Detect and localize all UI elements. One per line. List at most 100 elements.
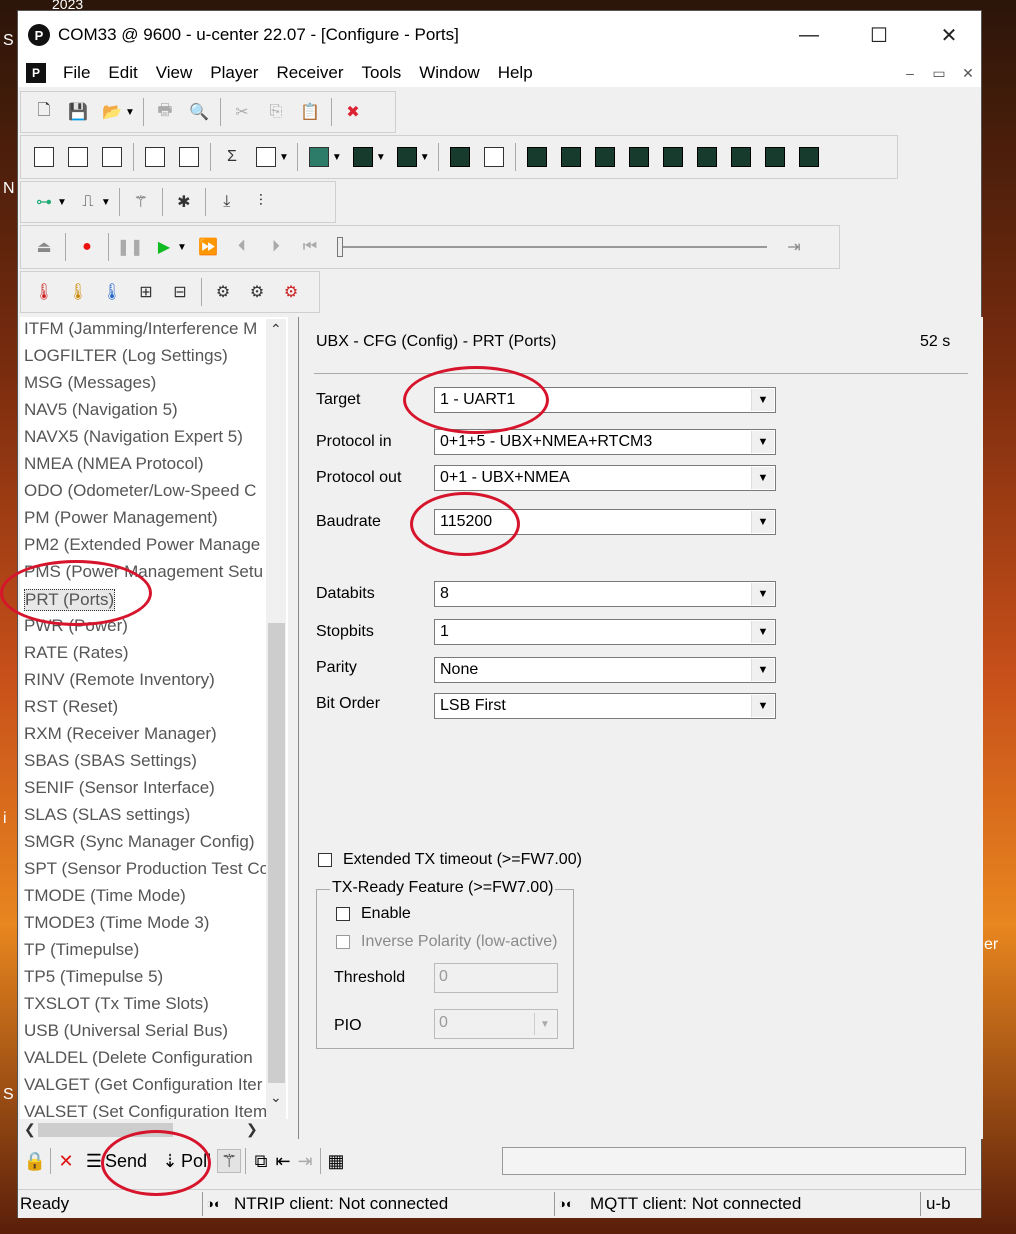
connection-icon[interactable]: ⊶ (31, 189, 57, 215)
new-file-icon[interactable]: 🗋 (31, 99, 57, 125)
chevron-down-icon[interactable]: ▼ (751, 621, 774, 643)
chevron-down-icon[interactable]: ▼ (420, 152, 430, 163)
list-item[interactable]: SENIF (Sensor Interface) (24, 778, 215, 798)
list-item[interactable]: TMODE (Time Mode) (24, 886, 186, 906)
camera-view-icon[interactable] (447, 144, 473, 170)
list-item[interactable]: LOGFILTER (Log Settings) (24, 346, 228, 366)
chevron-down-icon[interactable]: ▼ (279, 152, 289, 163)
inverse-polarity-checkbox[interactable] (336, 935, 350, 949)
close-button[interactable]: ✕ (914, 11, 984, 59)
settings-sliders-icon[interactable]: ⫶ (248, 189, 274, 215)
chevron-down-icon[interactable]: ▼ (751, 659, 774, 681)
export-config-icon[interactable]: ⇥ (294, 1150, 316, 1172)
clock-view-icon[interactable] (762, 144, 788, 170)
import-config-icon[interactable]: ⇤ (272, 1150, 294, 1172)
list-item[interactable]: PM2 (Extended Power Manage (24, 535, 260, 555)
gear-load-icon[interactable]: ⚙ (244, 279, 270, 305)
chevron-down-icon[interactable]: ▼ (751, 467, 774, 489)
ntrip-status[interactable]: NTRIP client: Not connected (234, 1194, 448, 1214)
list-scrollbar-thumb[interactable] (268, 623, 285, 1083)
databits-select[interactable]: 8 ▼ (434, 581, 776, 607)
menu-player[interactable]: Player (201, 63, 267, 83)
open-folder-icon[interactable]: 📂 (99, 99, 125, 125)
hot-start-icon[interactable]: 🌡 (31, 279, 57, 305)
chevron-down-icon[interactable]: ▼ (125, 107, 135, 118)
list-item[interactable]: SPT (Sensor Production Test Co (24, 859, 269, 879)
autopoll-icon[interactable]: ⚚ (217, 1149, 242, 1173)
docs-view-icon[interactable] (31, 144, 57, 170)
gear-icon[interactable]: ⚙ (210, 279, 236, 305)
chevron-down-icon[interactable]: ▼ (751, 389, 774, 411)
binary-view-icon[interactable]: ▦ (325, 1150, 347, 1172)
menu-help[interactable]: Help (489, 63, 542, 83)
chevron-down-icon[interactable]: ▼ (751, 695, 774, 717)
warm-start-icon[interactable]: 🌡 (65, 279, 91, 305)
print-preview-icon[interactable]: 🔍 (186, 99, 212, 125)
satellite-view-icon[interactable] (524, 144, 550, 170)
list-item[interactable]: RINV (Remote Inventory) (24, 670, 215, 690)
disconnect-icon[interactable]: ✖ (340, 99, 366, 125)
eject-icon[interactable]: ⏏ (31, 234, 57, 260)
menu-view[interactable]: View (147, 63, 202, 83)
chevron-down-icon[interactable]: ▼ (376, 152, 386, 163)
parity-select[interactable]: None ▼ (434, 657, 776, 683)
statistic-view-icon[interactable]: Σ (219, 144, 245, 170)
docs-view2-icon[interactable] (65, 144, 91, 170)
list-item[interactable]: TMODE3 (Time Mode 3) (24, 913, 209, 933)
list-item[interactable]: ODO (Odometer/Low-Speed C (24, 481, 256, 501)
pio-select[interactable]: 0 ▼ (434, 1009, 558, 1039)
list-item[interactable]: RXM (Receiver Manager) (24, 724, 217, 744)
menu-edit[interactable]: Edit (99, 63, 146, 83)
scroll-up-icon[interactable]: ⌃ (270, 321, 282, 338)
scroll-down-icon[interactable]: ⌄ (270, 1089, 282, 1106)
menu-file[interactable]: File (54, 63, 99, 83)
stopbits-select[interactable]: 1 ▼ (434, 619, 776, 645)
chevron-down-icon[interactable]: ▼ (751, 583, 774, 605)
chevron-down-icon[interactable]: ▼ (332, 152, 342, 163)
fast-forward-icon[interactable]: ⏩ (195, 234, 221, 260)
gear-reset-icon[interactable]: ⚙ (278, 279, 304, 305)
mqtt-status[interactable]: MQTT client: Not connected (590, 1194, 801, 1214)
scroll-left-icon[interactable]: ❮ (24, 1121, 36, 1138)
bit-order-select[interactable]: LSB First ▼ (434, 693, 776, 719)
deviation-view-icon[interactable] (626, 144, 652, 170)
map-view-icon[interactable] (306, 144, 332, 170)
autobaud-wand-icon[interactable]: ⚚ (128, 189, 154, 215)
list-item[interactable]: TP (Timepulse) (24, 940, 139, 960)
download-icon[interactable]: ⤓ (214, 189, 240, 215)
histogram-view-icon[interactable] (394, 144, 420, 170)
list-item[interactable]: USB (Universal Serial Bus) (24, 1021, 228, 1041)
chevron-down-icon[interactable]: ▼ (101, 197, 111, 208)
copy-icon[interactable]: ⎘ (263, 99, 289, 125)
mdi-restore-button[interactable]: ▭ (927, 63, 951, 83)
menu-app-icon[interactable]: P (26, 63, 46, 83)
packet-view-icon[interactable] (142, 144, 168, 170)
menu-receiver[interactable]: Receiver (267, 63, 352, 83)
list-item[interactable]: ITFM (Jamming/Interference M (24, 319, 257, 339)
rewind-start-icon[interactable]: ⏮ (297, 234, 323, 260)
chevron-down-icon[interactable]: ▼ (177, 242, 187, 253)
protocol-out-select[interactable]: 0+1 - UBX+NMEA ▼ (434, 465, 776, 491)
docs-view3-icon[interactable] (99, 144, 125, 170)
record-icon[interactable]: ● (74, 234, 100, 260)
list-item[interactable]: SLAS (SLAS settings) (24, 805, 190, 825)
pause-icon[interactable]: ❚❚ (117, 234, 144, 260)
print-icon[interactable]: 🖶 (152, 99, 178, 125)
chart-view-icon[interactable] (350, 144, 376, 170)
paste-icon[interactable]: 📋 (297, 99, 323, 125)
table-view-icon[interactable] (253, 144, 279, 170)
list-item[interactable]: RST (Reset) (24, 697, 118, 717)
threshold-input[interactable]: 0 (434, 963, 558, 993)
menu-tools[interactable]: Tools (353, 63, 411, 83)
list-item[interactable]: NMEA (NMEA Protocol) (24, 454, 204, 474)
chevron-down-icon[interactable]: ▼ (751, 511, 774, 533)
baudrate-icon[interactable]: ⎍ (75, 189, 101, 215)
cross-view-icon[interactable] (728, 144, 754, 170)
star-view-icon[interactable] (694, 144, 720, 170)
step-forward-icon[interactable]: ⏵ (263, 234, 289, 260)
extended-tx-timeout-checkbox[interactable] (318, 853, 332, 867)
copy-config-icon[interactable]: ⧉ (250, 1150, 272, 1172)
list-item[interactable]: NAVX5 (Navigation Expert 5) (24, 427, 243, 447)
config-tree-list[interactable]: ITFM (Jamming/Interference M LOGFILTER (… (20, 317, 288, 1139)
list-item[interactable]: SBAS (SBAS Settings) (24, 751, 197, 771)
